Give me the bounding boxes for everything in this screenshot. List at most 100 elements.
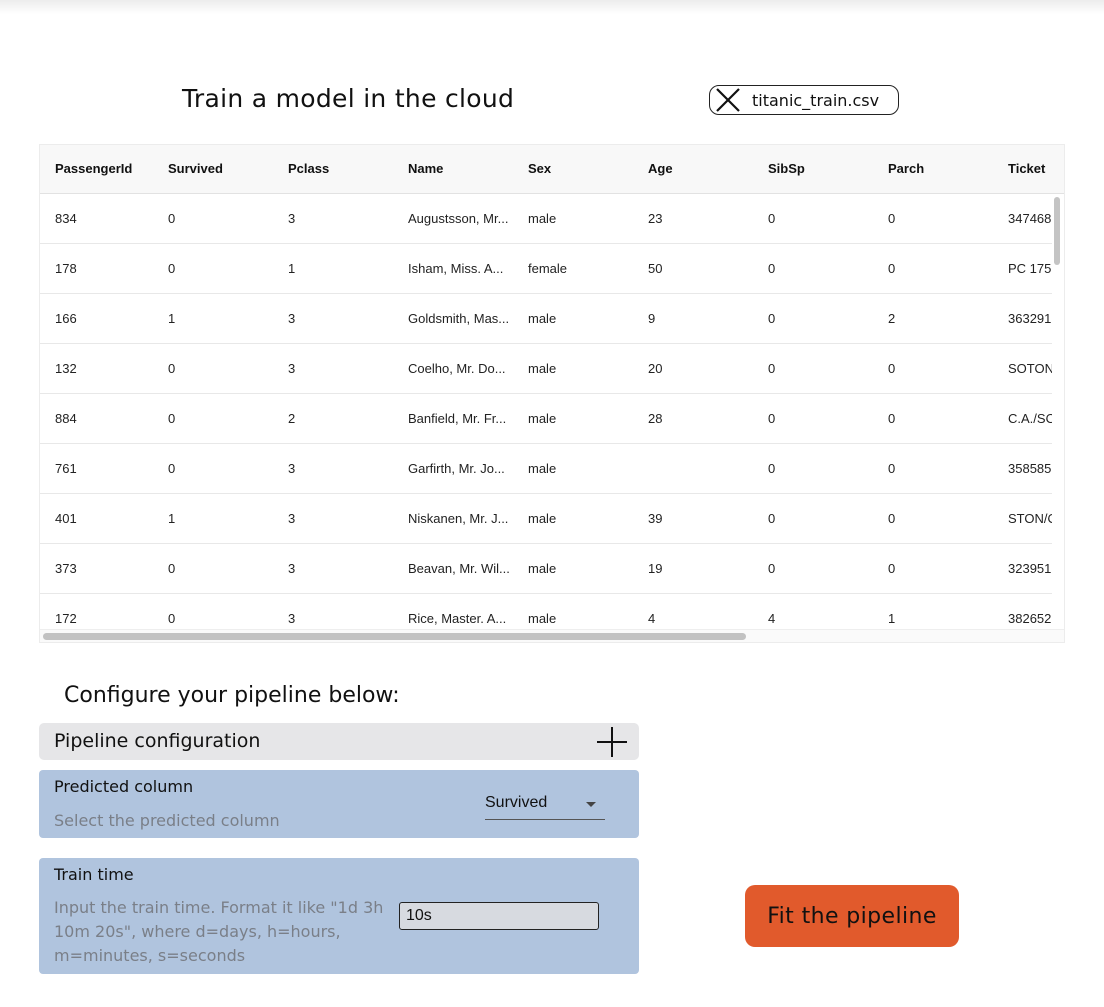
table-cell: 0 xyxy=(168,561,176,576)
table-cell: 0 xyxy=(768,561,776,576)
vertical-scrollbar[interactable] xyxy=(1054,197,1060,265)
column-header[interactable]: Age xyxy=(648,161,758,176)
table-cell: 50 xyxy=(648,261,663,276)
predicted-column-select[interactable]: Survived xyxy=(485,790,605,820)
table-cell: 0 xyxy=(888,511,896,526)
table-cell: Goldsmith, Mas... xyxy=(408,311,510,326)
table-cell: SOTON xyxy=(1008,361,1052,376)
table-cell: Beavan, Mr. Wil... xyxy=(408,561,510,576)
column-header[interactable]: PassengerId xyxy=(55,161,165,176)
table-row[interactable]: 373 0 3 Beavan, Mr. Wil... male 19 0 0 323951 xyxy=(40,544,1052,594)
table-cell: 0 xyxy=(768,461,776,476)
table-cell: 0 xyxy=(168,461,176,476)
table-cell: male xyxy=(528,311,557,326)
table-cell: 1 xyxy=(168,511,176,526)
table-cell: 834 xyxy=(55,211,77,226)
accordion-label: Pipeline configuration xyxy=(54,730,261,752)
table-row[interactable]: 401 1 3 Niskanen, Mr. J... male 39 0 0 STON/O xyxy=(40,494,1052,544)
column-header[interactable]: Survived xyxy=(168,161,278,176)
table-cell: 23 xyxy=(648,211,663,226)
column-header[interactable]: Pclass xyxy=(288,161,398,176)
table-cell: 3 xyxy=(288,311,296,326)
column-header[interactable]: Ticket xyxy=(1008,161,1052,176)
table-row[interactable]: 761 0 3 Garfirth, Mr. Jo... male 0 0 358585 xyxy=(40,444,1052,494)
table-cell: 0 xyxy=(888,261,896,276)
table-cell: 3 xyxy=(288,511,296,526)
table-cell: 0 xyxy=(768,411,776,426)
fit-pipeline-button[interactable]: Fit the pipeline xyxy=(745,885,959,947)
table-cell: 347468 xyxy=(1008,211,1052,226)
table-cell: 358585 xyxy=(1008,461,1052,476)
table-cell: STON/O xyxy=(1008,511,1052,526)
table-cell: male xyxy=(528,361,557,376)
table-cell: female xyxy=(528,261,568,276)
table-cell: 1 xyxy=(288,261,296,276)
table-cell: 0 xyxy=(168,261,176,276)
column-header[interactable]: SibSp xyxy=(768,161,878,176)
table-cell: male xyxy=(528,561,557,576)
table-cell: male xyxy=(528,411,557,426)
table-cell: 323951 xyxy=(1008,561,1052,576)
table-cell: 20 xyxy=(648,361,663,376)
table-row[interactable]: 178 0 1 Isham, Miss. A... female 50 0 0 PC 1759 xyxy=(40,244,1052,294)
table-cell: 0 xyxy=(888,411,896,426)
column-header[interactable]: Parch xyxy=(888,161,998,176)
table-cell: 3 xyxy=(288,611,296,626)
file-name: titanic_train.csv xyxy=(752,90,880,110)
train-time-input[interactable] xyxy=(399,902,599,930)
table-cell: 0 xyxy=(888,561,896,576)
table-row[interactable]: 132 0 3 Coelho, Mr. Do... male 20 0 0 SOTON xyxy=(40,344,1052,394)
table-cell: 0 xyxy=(168,211,176,226)
data-preview-table[interactable]: PassengerId Survived Pclass Name Sex Age SibSp… xyxy=(39,144,1065,643)
table-cell: 0 xyxy=(768,311,776,326)
horizontal-scrollbar[interactable] xyxy=(43,633,746,640)
configure-heading: Configure your pipeline below: xyxy=(64,683,400,708)
table-cell: 172 xyxy=(55,611,77,626)
table-cell: 0 xyxy=(768,261,776,276)
table-cell: 761 xyxy=(55,461,77,476)
table-row[interactable]: 166 1 3 Goldsmith, Mas... male 9 0 2 363291 xyxy=(40,294,1052,344)
table-row[interactable]: 884 0 2 Banfield, Mr. Fr... male 28 0 0 C.A./SO xyxy=(40,394,1052,444)
table-cell: Rice, Master. A... xyxy=(408,611,507,626)
predicted-column-help: Select the predicted column xyxy=(54,811,280,830)
table-cell: 0 xyxy=(168,411,176,426)
table-cell: 19 xyxy=(648,561,663,576)
table-cell: Niskanen, Mr. J... xyxy=(408,511,509,526)
table-cell: 3 xyxy=(288,211,296,226)
table-cell: 132 xyxy=(55,361,77,376)
train-time-panel: Train time Input the train time. Format … xyxy=(39,858,639,974)
table-cell: 2 xyxy=(888,311,896,326)
table-cell: Garfirth, Mr. Jo... xyxy=(408,461,505,476)
column-header[interactable]: Sex xyxy=(528,161,638,176)
table-cell: 28 xyxy=(648,411,663,426)
table-row[interactable]: 834 0 3 Augustsson, Mr... male 23 0 0 347468 xyxy=(40,194,1052,244)
train-time-title: Train time xyxy=(54,865,134,884)
close-icon xyxy=(716,88,740,112)
table-cell: male xyxy=(528,611,557,626)
table-cell: Isham, Miss. A... xyxy=(408,261,504,276)
pipeline-config-accordion[interactable]: Pipeline configuration xyxy=(39,723,639,760)
table-cell: male xyxy=(528,461,557,476)
table-cell: 1 xyxy=(168,311,176,326)
table-cell: Banfield, Mr. Fr... xyxy=(408,411,507,426)
table-cell: 1 xyxy=(888,611,896,626)
predicted-column-panel: Predicted column Select the predicted co… xyxy=(39,770,639,838)
plus-icon xyxy=(597,727,627,757)
chevron-down-icon xyxy=(586,802,596,807)
table-cell: 3 xyxy=(288,361,296,376)
table-cell: 0 xyxy=(768,361,776,376)
table-cell: Augustsson, Mr... xyxy=(408,211,509,226)
table-cell: 0 xyxy=(768,211,776,226)
table-cell: PC 1759 xyxy=(1008,261,1052,276)
remove-file-button[interactable] xyxy=(713,85,743,115)
table-cell: 178 xyxy=(55,261,77,276)
table-cell: 4 xyxy=(768,611,776,626)
table-cell: 2 xyxy=(288,411,296,426)
page-title: Train a model in the cloud xyxy=(182,84,515,113)
table-cell: 0 xyxy=(888,461,896,476)
table-header: PassengerId Survived Pclass Name Sex Age SibSp… xyxy=(40,145,1064,194)
table-cell: 401 xyxy=(55,511,77,526)
uploaded-file-chip: titanic_train.csv xyxy=(709,85,899,115)
column-header[interactable]: Name xyxy=(408,161,513,176)
table-cell: 3 xyxy=(288,561,296,576)
